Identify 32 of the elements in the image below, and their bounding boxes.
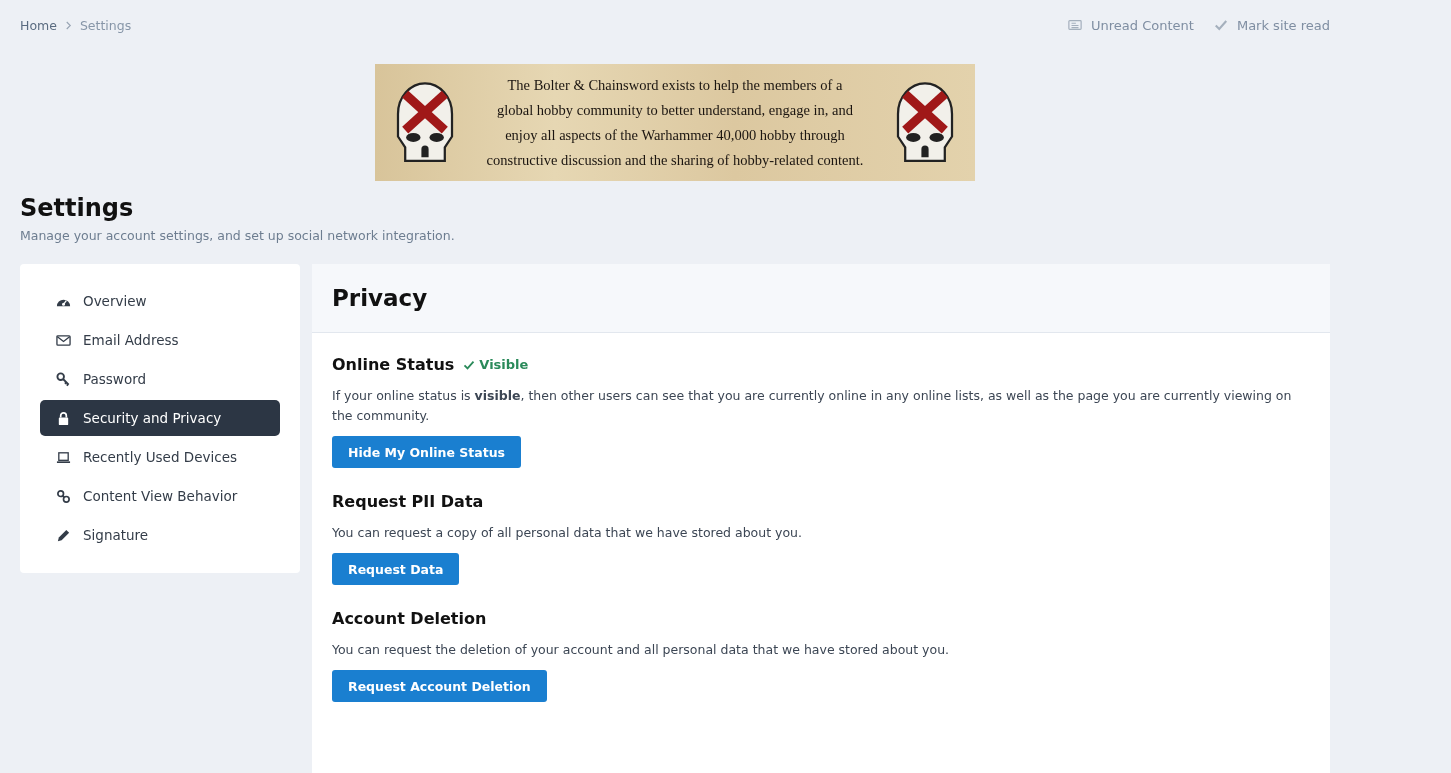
action-button[interactable]: Request Data: [332, 553, 460, 585]
lock-icon: [56, 410, 71, 426]
key-icon: [56, 371, 71, 387]
action-button[interactable]: Hide My Online Status: [332, 436, 521, 468]
chevron-icon: [64, 20, 72, 30]
action-button[interactable]: Request Account Deletion: [332, 670, 547, 702]
sidebar-item[interactable]: Email Address: [40, 322, 280, 358]
section-description: You can request the deletion of your account and all personal data that we have stored about you.: [332, 641, 951, 659]
section-description: You can request a copy of all personal data that we have stored about you.: [332, 524, 803, 542]
newspaper-icon: [1068, 18, 1083, 32]
envelope-icon: [56, 332, 71, 348]
breadcrumb-link[interactable]: Home: [20, 17, 57, 33]
panel-title: Privacy: [332, 285, 428, 311]
sidebar-item[interactable]: Recently Used Devices: [40, 439, 280, 475]
page-title: Settings: [20, 194, 135, 222]
sidebar-item[interactable]: Signature: [40, 517, 280, 553]
section-description: If your online status is visible, then other users can see that you are currently online in any online lists, as well as the page you are currently viewing on the community.: [332, 387, 1293, 425]
section-title: Online Status: [332, 355, 455, 374]
check-icon: [1213, 18, 1228, 32]
sidebar-item[interactable]: Overview: [40, 283, 280, 319]
sidebar-item[interactable]: Password: [40, 361, 280, 397]
page-subtitle: Manage your account settings, and set up social network integration.: [20, 228, 456, 243]
sidebar-item[interactable]: Content View Behavior: [40, 478, 280, 514]
check-icon: [463, 358, 476, 371]
section-title: Request PII Data: [332, 492, 484, 511]
link-icon: [56, 488, 71, 504]
sidebar-item[interactable]: Security and Privacy: [40, 400, 280, 436]
section-title: Account Deletion: [332, 609, 487, 628]
laptop-icon: [56, 449, 71, 465]
banner-text: The Bolter & Chainsword exists to help the members of a global hobby community to better understand, engage in, and enjoy all aspects of the Warhammer 40,000 hobby through constructive discussion and the sharing of hobby-related content.: [486, 75, 864, 170]
pencil-icon: [56, 527, 71, 543]
status-label: Visible: [463, 357, 529, 372]
